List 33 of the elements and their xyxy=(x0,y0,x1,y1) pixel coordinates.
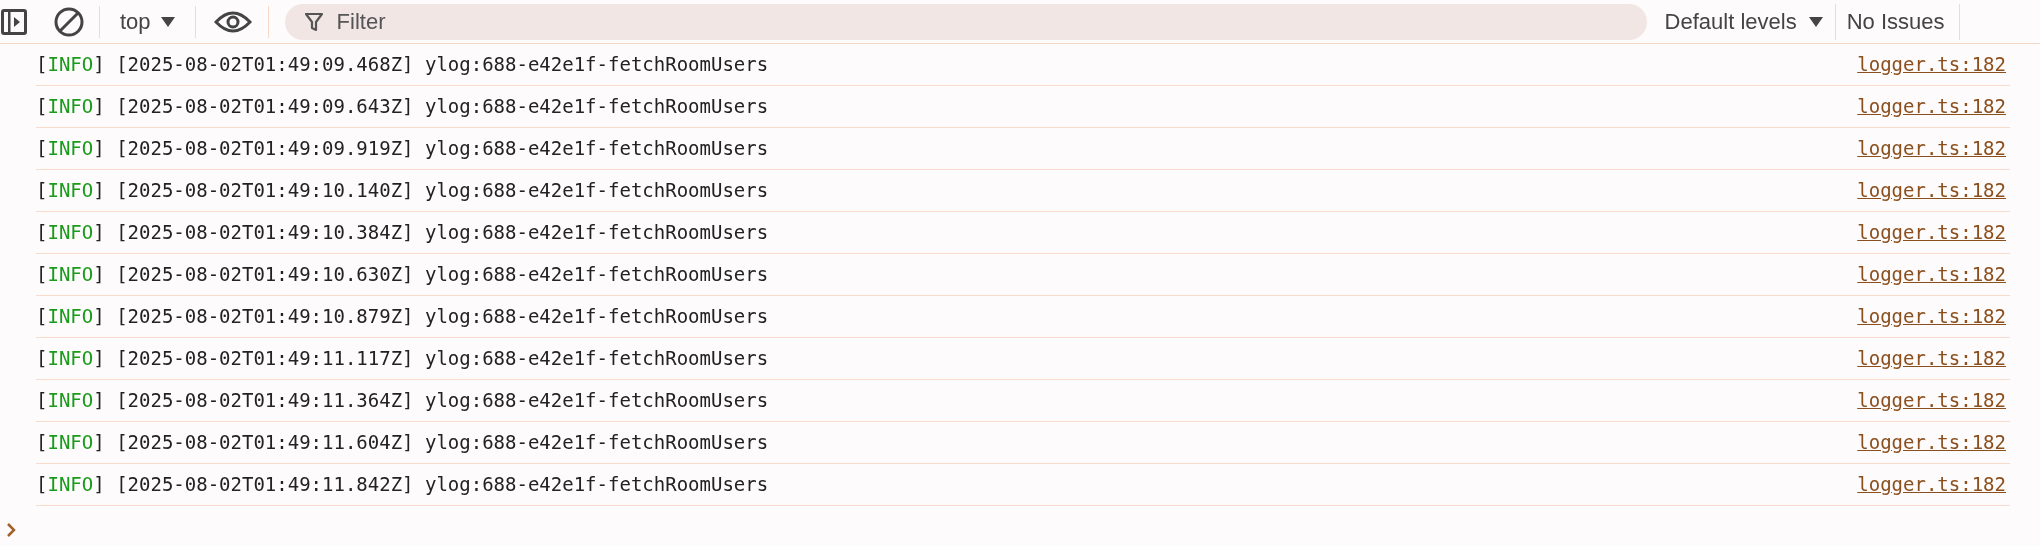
source-link[interactable]: logger.ts:182 xyxy=(1857,470,2006,499)
log-message: [INFO] [2025-08-02T01:49:11.604Z] ylog:688-e42e1f-fetchRoomUsers xyxy=(36,430,769,456)
log-message: [INFO] [2025-08-02T01:49:09.468Z] ylog:688-e42e1f-fetchRoomUsers xyxy=(36,52,769,78)
caret-icon xyxy=(1808,16,1823,27)
prompt-icon xyxy=(6,522,16,538)
source-link[interactable]: logger.ts:182 xyxy=(1857,428,2006,457)
source-link[interactable]: logger.ts:182 xyxy=(1857,386,2006,415)
log-message: [INFO] [2025-08-02T01:49:10.879Z] ylog:688-e42e1f-fetchRoomUsers xyxy=(36,304,769,330)
log-message: [INFO] [2025-08-02T01:49:10.630Z] ylog:688-e42e1f-fetchRoomUsers xyxy=(36,262,769,288)
log-message: [INFO] [2025-08-02T01:49:10.140Z] ylog:688-e42e1f-fetchRoomUsers xyxy=(36,178,769,204)
levels-dropdown[interactable]: Default levels xyxy=(1664,5,1823,38)
filter-field[interactable]: Filter xyxy=(284,3,1647,40)
issues-button[interactable]: No Issues xyxy=(1846,5,1945,38)
context-dropdown[interactable]: top xyxy=(120,5,175,38)
log-message: [INFO] [2025-08-02T01:49:11.364Z] ylog:688-e42e1f-fetchRoomUsers xyxy=(36,388,769,414)
source-link[interactable]: logger.ts:182 xyxy=(1857,218,2006,247)
source-link[interactable]: logger.ts:182 xyxy=(1857,50,2006,79)
log-message: [INFO] [2025-08-02T01:49:09.643Z] ylog:688-e42e1f-fetchRoomUsers xyxy=(36,94,769,120)
log-message: [INFO] [2025-08-02T01:49:09.919Z] ylog:688-e42e1f-fetchRoomUsers xyxy=(36,136,769,162)
source-link[interactable]: logger.ts:182 xyxy=(1857,344,2006,373)
source-link[interactable]: logger.ts:182 xyxy=(1857,260,2006,289)
log-message: [INFO] [2025-08-02T01:49:11.117Z] ylog:688-e42e1f-fetchRoomUsers xyxy=(36,346,769,372)
caret-icon xyxy=(160,16,175,27)
clear-icon[interactable] xyxy=(53,5,85,38)
source-link[interactable]: logger.ts:182 xyxy=(1857,176,2006,205)
source-link[interactable]: logger.ts:182 xyxy=(1857,134,2006,163)
filter-icon xyxy=(304,11,323,32)
log-message: [INFO] [2025-08-02T01:49:11.842Z] ylog:688-e42e1f-fetchRoomUsers xyxy=(36,472,769,498)
source-link[interactable]: logger.ts:182 xyxy=(1857,302,2006,331)
source-link[interactable]: logger.ts:182 xyxy=(1857,92,2006,121)
eye-icon[interactable] xyxy=(213,9,252,34)
log-message: [INFO] [2025-08-02T01:49:10.384Z] ylog:688-e42e1f-fetchRoomUsers xyxy=(36,220,769,246)
sidebar-toggle-icon[interactable] xyxy=(1,8,27,35)
